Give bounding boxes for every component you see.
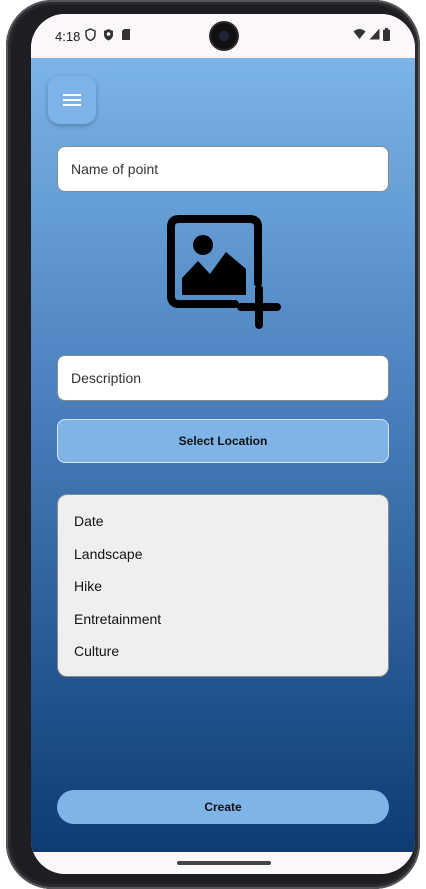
description-input[interactable]: Description (57, 355, 389, 401)
sim-card-icon (122, 29, 130, 40)
create-button[interactable]: Create (57, 790, 389, 824)
status-time: 4:18 (55, 29, 81, 44)
add-photo-icon (167, 215, 281, 329)
select-location-button[interactable]: Select Location (57, 419, 389, 463)
menu-button[interactable] (48, 76, 96, 124)
device-frame: 4:18 Name of point Description Select Lo… (6, 0, 420, 889)
security-shield-icon (104, 29, 113, 41)
tag-item-landscape[interactable]: Landscape (58, 538, 388, 571)
wifi-icon (353, 29, 366, 39)
cell-signal-icon (369, 28, 380, 40)
battery-icon (383, 28, 390, 41)
tag-item-entretainment[interactable]: Entretainment (58, 603, 388, 636)
status-bar: 4:18 (31, 14, 415, 58)
select-location-label: Select Location (178, 434, 268, 448)
name-of-point-placeholder: Name of point (71, 161, 159, 177)
tag-list: Date Landscape Hike Entretainment Cultur… (57, 494, 389, 677)
name-of-point-input[interactable]: Name of point (57, 146, 389, 192)
create-label: Create (204, 800, 242, 814)
shield-icon (85, 28, 96, 41)
app-content: Name of point Description Select Locatio… (31, 58, 415, 852)
tag-item-hike[interactable]: Hike (58, 570, 388, 603)
screen: 4:18 Name of point Description Select Lo… (31, 14, 415, 874)
front-camera (211, 23, 237, 49)
description-placeholder: Description (71, 370, 142, 386)
tag-item-culture[interactable]: Culture (58, 635, 388, 668)
menu-icon (63, 94, 81, 106)
gesture-bar[interactable] (177, 861, 271, 865)
image-picker[interactable] (165, 213, 283, 331)
tag-item-date[interactable]: Date (58, 505, 388, 538)
